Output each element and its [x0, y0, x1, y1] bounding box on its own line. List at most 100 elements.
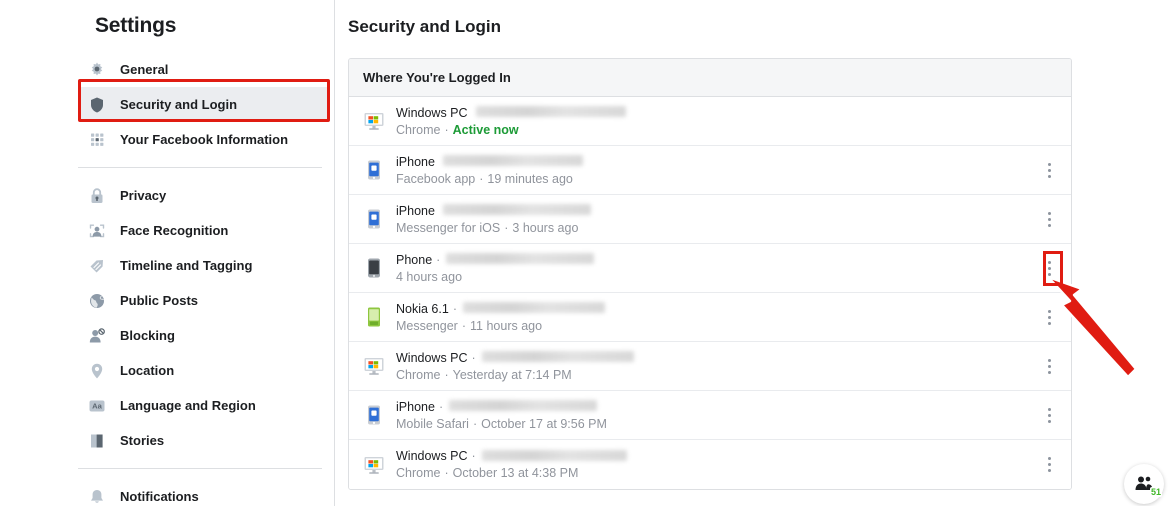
sidebar-item-label: Public Posts [120, 293, 199, 308]
session-separator-dot: · [471, 449, 476, 463]
session-device-name: Phone [396, 252, 433, 267]
sidebar-item-label: Stories [120, 433, 165, 448]
session-text: iPhone Messenger for iOS · 3 hours ago [396, 203, 591, 236]
row-options-kebab-icon[interactable] [1041, 355, 1057, 377]
session-device-name: iPhone [396, 399, 435, 414]
sidebar-item-your-facebook-information[interactable]: Your Facebook Information [78, 122, 330, 157]
session-location-redacted [442, 155, 583, 166]
iphone-icon [363, 159, 385, 181]
sidebar-item-label: Your Facebook Information [120, 132, 289, 147]
session-meta-line: 4 hours ago [396, 269, 594, 285]
session-time: 3 hours ago [512, 220, 579, 235]
session-meta-line: Facebook app · 19 minutes ago [396, 171, 583, 187]
session-list: Windows PC Chrome · Active now iPhone Faceboo… [349, 97, 1071, 489]
kebab-dot [1047, 217, 1051, 221]
row-options-kebab-icon[interactable] [1041, 404, 1057, 426]
session-meta-line: Mobile Safari · October 17 at 9:56 PM [396, 416, 607, 432]
sidebar-item-location[interactable]: Location [78, 353, 330, 388]
session-text: Nokia 6.1 · Messenger · 11 hours ago [396, 301, 605, 334]
settings-sidebar: Settings General Security and Login Your F… [0, 0, 335, 506]
session-meta-dot: · [479, 171, 484, 186]
row-options-kebab-icon[interactable] [1041, 454, 1057, 476]
session-row[interactable]: Windows PC Chrome · Active now [349, 97, 1071, 146]
sidebar-item-label: Timeline and Tagging [120, 258, 253, 273]
session-device-line: Windows PC · [396, 448, 627, 464]
session-row[interactable]: iPhone Messenger for iOS · 3 hours ago [349, 195, 1071, 244]
sidebar-item-public-posts[interactable]: Public Posts [78, 283, 330, 318]
kebab-dot [1047, 364, 1051, 368]
session-device-line: Phone · [396, 252, 595, 268]
sidebar-item-language-and-region[interactable]: Aa Language and Region [78, 388, 330, 423]
kebab-dot [1047, 260, 1051, 264]
sidebar-item-timeline-and-tagging[interactable]: Timeline and Tagging [78, 248, 330, 283]
where-youre-logged-in-card: Where You're Logged In Windows PC Chrome ·… [348, 58, 1072, 490]
sidebar-item-label: General [120, 62, 169, 77]
session-meta-dot: · [504, 220, 509, 235]
shield-icon [88, 96, 106, 114]
contacts-count-badge: 51 [1149, 487, 1162, 497]
session-device-line: iPhone [396, 203, 591, 219]
session-time: 19 minutes ago [487, 171, 573, 186]
row-options-kebab-icon[interactable] [1041, 306, 1057, 328]
session-row[interactable]: iPhone · Mobile Safari · October 17 at 9:56 … [349, 391, 1071, 440]
session-location-redacted [442, 204, 591, 215]
windows-pc-icon [363, 110, 385, 132]
sidebar-item-general[interactable]: General [78, 52, 330, 87]
session-text: Windows PC · Chrome · October 13 at 4:38 PM [396, 448, 627, 481]
session-location-redacted [449, 400, 598, 411]
kebab-dot [1047, 315, 1051, 319]
sidebar-item-privacy[interactable]: Privacy [78, 178, 330, 213]
session-row[interactable]: Windows PC · Chrome · Yesterday at 7:14 PM [349, 342, 1071, 391]
session-row[interactable]: Phone · 4 hours ago [349, 244, 1071, 293]
sidebar-divider [78, 468, 322, 469]
session-app: Chrome [396, 122, 441, 137]
session-app: Chrome [396, 367, 441, 382]
session-text: Windows PC Chrome · Active now [396, 105, 626, 138]
session-row[interactable]: Nokia 6.1 · Messenger · 11 hours ago [349, 293, 1071, 342]
windows-pc-icon [363, 454, 385, 476]
session-device-line: iPhone [396, 154, 583, 170]
session-row[interactable]: Windows PC · Chrome · October 13 at 4:38 PM [349, 440, 1071, 489]
session-text: Windows PC · Chrome · Yesterday at 7:14 PM [396, 350, 634, 383]
kebab-dot [1047, 174, 1051, 178]
sidebar-item-face-recognition[interactable]: Face Recognition [78, 213, 330, 248]
sidebar-item-label: Notifications [120, 489, 199, 504]
sidebar-item-stories[interactable]: Stories [78, 423, 330, 458]
kebab-dot [1047, 272, 1051, 276]
language-aa-icon: Aa [88, 397, 106, 415]
session-separator-dot: · [452, 301, 457, 316]
sidebar-item-blocking[interactable]: Blocking [78, 318, 330, 353]
kebab-dot [1047, 463, 1051, 466]
session-row[interactable]: iPhone Facebook app · 19 minutes ago [349, 146, 1071, 195]
globe-icon [88, 292, 106, 310]
session-device-line: iPhone · [396, 399, 607, 415]
kebab-dot [1047, 419, 1051, 423]
kebab-dot [1047, 457, 1051, 460]
kebab-dot [1047, 321, 1051, 325]
row-options-kebab-icon[interactable] [1041, 159, 1057, 181]
book-icon [88, 432, 106, 450]
session-location-redacted [462, 302, 605, 313]
session-meta-dot: · [444, 466, 449, 480]
row-options-kebab-icon[interactable] [1041, 208, 1057, 230]
contacts-chat-widget[interactable]: 51 [1124, 464, 1164, 504]
row-options-kebab-icon[interactable] [1041, 257, 1057, 279]
session-app: Facebook app [396, 171, 476, 186]
session-meta-line: Chrome · Yesterday at 7:14 PM [396, 367, 634, 383]
session-meta-line: Chrome · Active now [396, 122, 626, 138]
kebab-dot [1047, 407, 1051, 411]
sidebar-item-label: Privacy [120, 188, 167, 203]
session-device-name: Windows PC [396, 105, 468, 120]
lock-icon [88, 187, 106, 205]
session-location-redacted [446, 253, 595, 264]
sidebar-item-notifications[interactable]: Notifications [78, 479, 330, 506]
iphone-icon [363, 404, 385, 426]
session-device-name: Nokia 6.1 [396, 301, 449, 316]
kebab-dot [1047, 309, 1051, 313]
kebab-dot [1047, 168, 1051, 172]
kebab-dot [1047, 358, 1051, 362]
kebab-dot [1047, 413, 1051, 417]
main-content: Security and Login Where You're Logged I… [336, 0, 1170, 506]
sidebar-item-security-and-login[interactable]: Security and Login [78, 87, 330, 122]
session-meta-line: Chrome · October 13 at 4:38 PM [396, 465, 627, 481]
